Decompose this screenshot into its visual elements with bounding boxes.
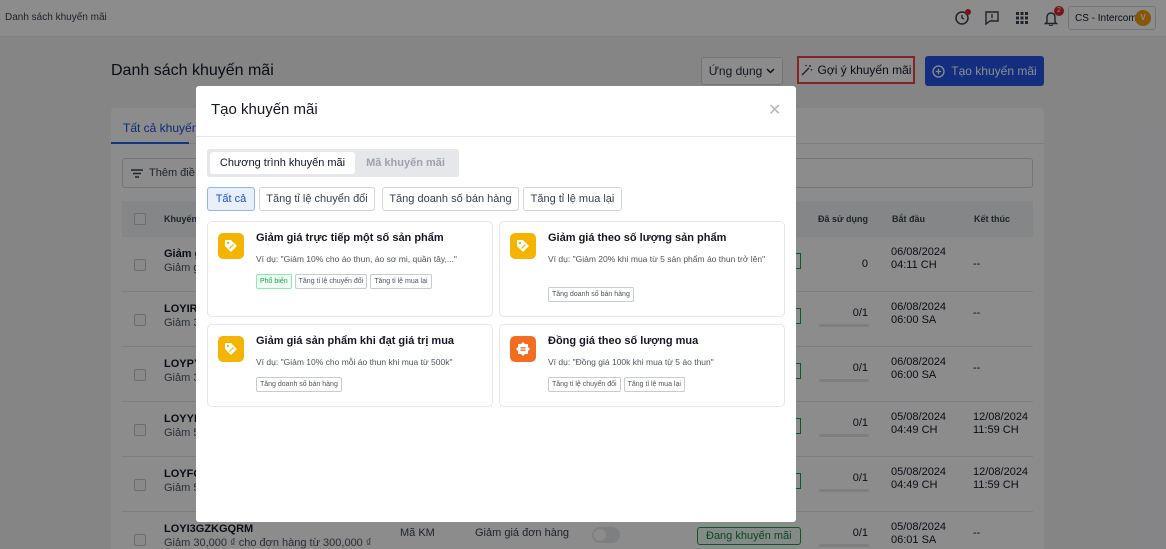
tag-sales: Tăng doanh số bán hàng — [256, 377, 342, 392]
option-tags: Phổ biến Tăng tỉ lệ chuyển đổi Tăng tỉ l… — [256, 274, 432, 289]
promotion-option-card[interactable]: Giảm giá theo số lượng sản phẩm Ví dụ: "… — [499, 221, 785, 317]
tag-icon — [510, 233, 536, 259]
filter-chip-all[interactable]: Tất cả — [207, 187, 255, 211]
filter-chip-conversion[interactable]: Tăng tỉ lệ chuyển đổi — [259, 187, 375, 211]
segment-promotion-code[interactable]: Mã khuyến mãi — [355, 152, 456, 174]
option-example: Ví dụ: "Giảm 10% cho mỗi áo thun khi mua… — [256, 357, 453, 367]
filter-chip-sales[interactable]: Tăng doanh số bán hàng — [382, 187, 519, 211]
tag-icon — [218, 233, 244, 259]
tag-popular: Phổ biến — [256, 274, 292, 289]
tag-icon — [218, 336, 244, 362]
equal-tag-icon — [510, 336, 536, 362]
segment-promotion-program[interactable]: Chương trình khuyến mãi — [210, 152, 355, 174]
modal-divider — [196, 136, 796, 137]
option-example: Ví dụ: "Giảm 20% khi mua từ 5 sản phẩm á… — [548, 254, 766, 264]
tag-repurchase: Tăng tỉ lệ mua lại — [370, 274, 432, 289]
promotion-option-card[interactable]: Giảm giá sản phẩm khi đạt giá trị mua Ví… — [207, 324, 493, 407]
option-title: Giảm giá trực tiếp một số sản phẩm — [256, 232, 444, 244]
promotion-option-card[interactable]: Giảm giá trực tiếp một số sản phẩm Ví dụ… — [207, 221, 493, 317]
promotion-type-switch: Chương trình khuyến mãi Mã khuyến mãi — [207, 149, 459, 177]
close-icon[interactable]: ✕ — [768, 100, 781, 120]
tag-conversion: Tăng tỉ lệ chuyển đổi — [294, 274, 368, 289]
option-tags: Tăng doanh số bán hàng — [256, 377, 342, 392]
filter-chip-repurchase[interactable]: Tăng tỉ lệ mua lại — [523, 187, 622, 211]
create-promotion-modal: Tạo khuyến mãi ✕ Chương trình khuyến mãi… — [196, 86, 796, 522]
option-title: Giảm giá sản phẩm khi đạt giá trị mua — [256, 335, 455, 347]
option-title: Đồng giá theo số lượng mua — [548, 335, 699, 347]
tag-repurchase: Tăng tỉ lệ mua lại — [623, 377, 685, 392]
app-root: Danh sách khuyến mãi 2 CS - Intercom V D… — [0, 0, 1166, 549]
option-example: Ví dụ: "Đồng giá 100k khi mua từ 5 áo th… — [548, 357, 714, 367]
promotion-option-card[interactable]: Đồng giá theo số lượng mua Ví dụ: "Đồng … — [499, 324, 785, 407]
modal-title: Tạo khuyến mãi — [211, 101, 318, 118]
option-example: Ví dụ: "Giảm 10% cho áo thun, áo sơ mi, … — [256, 254, 457, 264]
option-tags: Tăng doanh số bán hàng — [548, 287, 634, 302]
tag-sales: Tăng doanh số bán hàng — [548, 287, 634, 302]
option-title: Giảm giá theo số lượng sản phẩm — [548, 232, 727, 244]
option-tags: Tăng tỉ lệ chuyển đổi Tăng tỉ lệ mua lại — [548, 377, 685, 392]
tag-conversion: Tăng tỉ lệ chuyển đổi — [548, 377, 621, 392]
